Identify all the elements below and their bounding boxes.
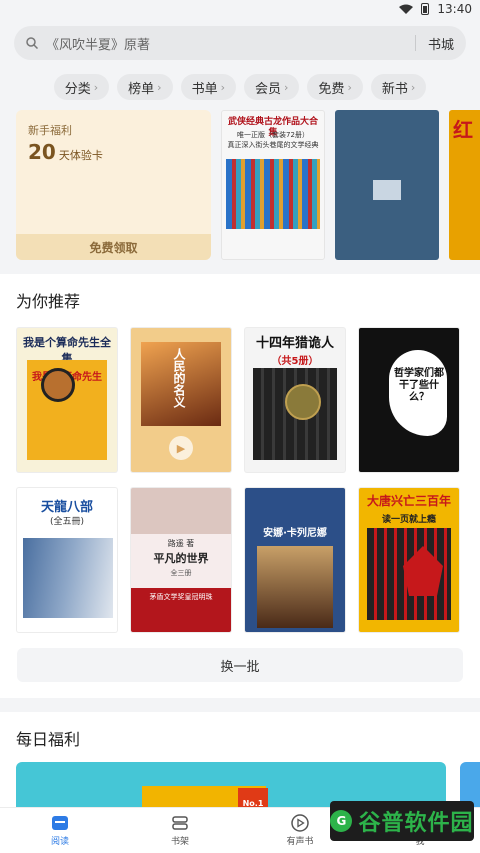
refresh-batch-button[interactable]: 换一批 <box>17 648 463 682</box>
claim-free-button[interactable]: 免费领取 <box>16 234 211 260</box>
book-subtitle: (全五冊) <box>49 517 85 527</box>
cover-subtitle: 唯一正版（套装72册） <box>237 131 309 139</box>
book-subtitle: 读一页就上瘾 <box>381 515 436 525</box>
book-title: 平凡的世界 <box>153 552 209 565</box>
book-card[interactable]: 安娜·卡列尼娜 <box>245 488 345 632</box>
book-subtitle: 全三册 <box>170 569 192 577</box>
tab-read[interactable]: 阅读 <box>0 808 120 853</box>
chevron-right-icon: › <box>410 80 416 94</box>
chevron-right-icon: › <box>347 80 352 94</box>
book-author: 路遥 著 <box>167 539 195 548</box>
chip-ranking[interactable]: 榜单 › <box>117 74 173 100</box>
cover-seal <box>285 384 321 420</box>
cover-art <box>257 546 333 628</box>
cover-art <box>131 488 231 534</box>
chip-free[interactable]: 免费 › <box>307 74 363 100</box>
book-title: 大唐兴亡三百年 <box>366 494 451 508</box>
tab-label: 有声书 <box>286 837 314 847</box>
newbie-welfare-card[interactable]: 新手福利 20 天体验卡 免费领取 <box>16 110 211 260</box>
search-bar[interactable]: 《风吹半夏》原著 书城 <box>14 26 466 60</box>
band-text: 茅盾文学奖皇冠明珠 <box>149 593 213 601</box>
welfare-number: 20 <box>28 140 56 164</box>
search-divider <box>414 35 416 51</box>
section-title: 为你推荐 <box>16 292 81 311</box>
book-card[interactable]: 大唐兴亡三百年 读一页就上瘾 <box>359 488 459 632</box>
chip-label: 新书 <box>381 81 408 97</box>
cover-art <box>226 159 320 229</box>
status-bar: 13:40 <box>0 0 480 18</box>
chevron-right-icon: › <box>93 80 99 94</box>
search-icon <box>26 37 38 49</box>
tab-label: 书架 <box>170 837 189 847</box>
chip-new[interactable]: 新书 › <box>370 74 427 100</box>
book-cover-partial[interactable]: 红 <box>449 110 480 260</box>
book-title: 哲学家们都干了些什么？ <box>394 368 444 403</box>
book-title: 安娜·卡列尼娜 <box>263 528 327 539</box>
book-card[interactable]: 哲学家们都干了些什么？ <box>359 328 459 472</box>
chip-label: 榜单 <box>128 81 155 97</box>
play-icon[interactable]: ▶ <box>169 436 193 460</box>
status-time: 13:40 <box>437 2 472 16</box>
chevron-right-icon: › <box>220 80 225 94</box>
section-title: 每日福利 <box>16 730 81 749</box>
book-title: 人民的名义 <box>172 348 186 408</box>
welfare-title: 新手福利 <box>28 124 72 137</box>
wifi-icon <box>399 4 414 14</box>
book-title: 天龍八部 <box>40 500 93 515</box>
book-card[interactable]: 人民的名义 ▶ <box>131 328 231 472</box>
cover-portrait <box>41 368 75 402</box>
book-card[interactable]: 路遥 著 平凡的世界 全三册 茅盾文学奖皇冠明珠 <box>131 488 231 632</box>
chevron-right-icon: › <box>284 80 289 94</box>
chevron-right-icon: › <box>157 80 162 94</box>
chip-label: 会员 <box>255 81 282 97</box>
chip-member[interactable]: 会员 › <box>244 74 300 100</box>
cover-art <box>23 538 113 618</box>
recommend-section: 为你推荐 我是个算命先生全集 我是个算命先生 人民的名义 ▶ 十四年猎诡人 （共… <box>0 274 480 698</box>
chip-label: 免费 <box>318 81 345 97</box>
category-chips: 分类 › 榜单 › 书单 › 会员 › 免费 › 新书 › <box>0 74 480 100</box>
search-placeholder[interactable]: 《风吹半夏》原著 <box>46 34 415 53</box>
chip-booklist[interactable]: 书单 › <box>180 74 236 100</box>
cover-band: 茅盾文学奖皇冠明珠 <box>131 588 231 632</box>
chip-label: 分类 <box>64 81 91 97</box>
watermark-text: 谷普软件园 <box>358 811 474 836</box>
promo-carousel: 新手福利 20 天体验卡 免费领取 武侠经典古龙作品大合集 唯一正版（套装72册）… <box>0 110 480 260</box>
read-icon <box>50 814 70 832</box>
book-card[interactable]: 我是个算命先生全集 我是个算命先生 <box>17 328 117 472</box>
book-cover-blue[interactable] <box>335 110 439 260</box>
bookshelf-icon <box>170 814 190 832</box>
welfare-value: 20 天体验卡 <box>28 140 103 164</box>
audiobook-icon <box>290 814 310 832</box>
bookstore-button[interactable]: 书城 <box>428 34 454 53</box>
battery-icon <box>421 3 430 15</box>
tab-label: 阅读 <box>50 837 69 847</box>
watermark-logo: G 谷普软件园 <box>330 801 474 841</box>
cover-art <box>373 180 401 200</box>
book-card[interactable]: 天龍八部 (全五冊) <box>17 488 117 632</box>
watermark-icon: G <box>330 810 353 832</box>
cover-title: 红 <box>453 118 473 142</box>
chip-category[interactable]: 分类 › <box>53 74 110 100</box>
book-title: 十四年猎诡人 <box>255 336 334 351</box>
welfare-unit: 天体验卡 <box>58 149 103 162</box>
tab-bookshelf[interactable]: 书架 <box>120 808 240 853</box>
book-subtitle: （共5册） <box>271 356 319 367</box>
chip-label: 书单 <box>191 81 218 97</box>
cover-tagline: 真正深入街头巷尾的文学经典 <box>227 141 319 149</box>
book-cover-gulong[interactable]: 武侠经典古龙作品大合集 唯一正版（套装72册） 真正深入街头巷尾的文学经典 <box>221 110 325 260</box>
book-grid: 我是个算命先生全集 我是个算命先生 人民的名义 ▶ 十四年猎诡人 （共5册） 哲… <box>17 328 480 632</box>
book-card[interactable]: 十四年猎诡人 （共5册） <box>245 328 345 472</box>
